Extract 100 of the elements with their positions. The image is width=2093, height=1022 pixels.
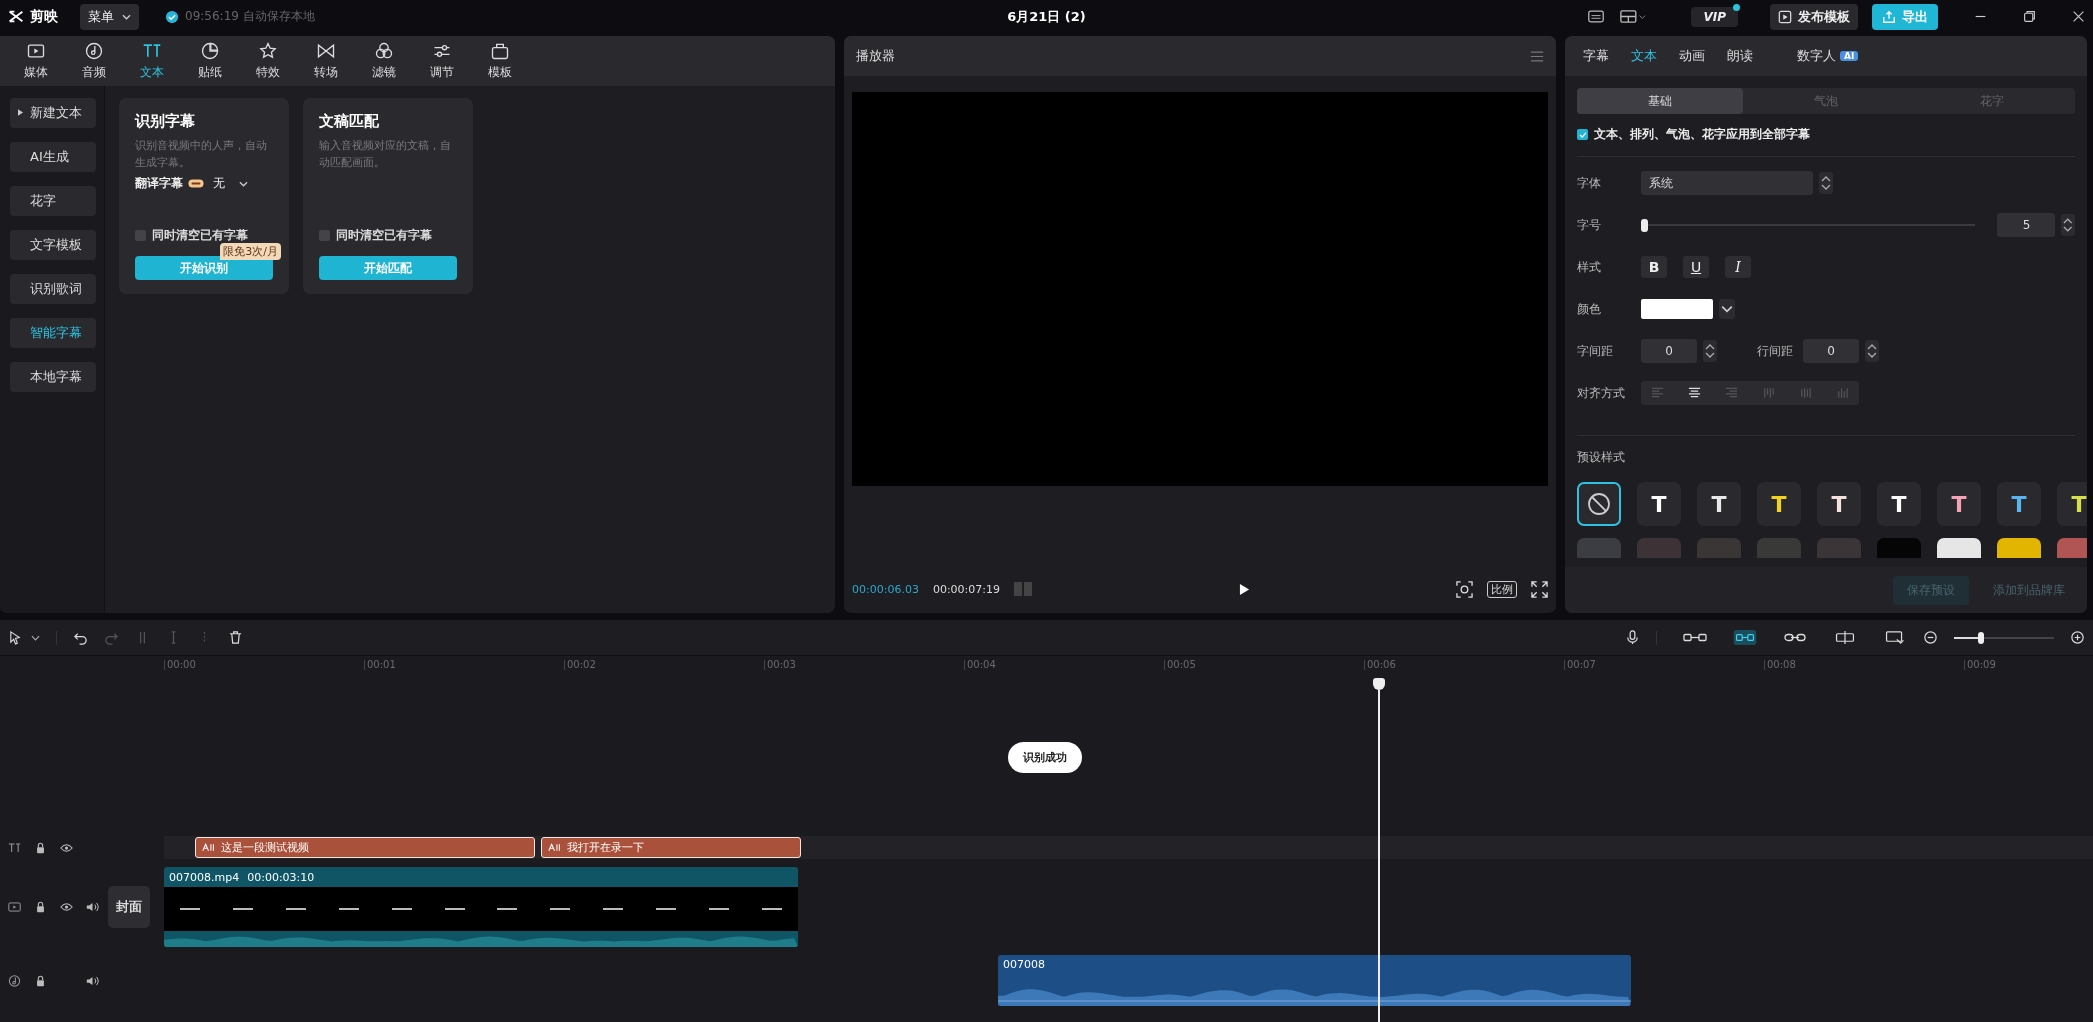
translate-dropdown[interactable]: 无 bbox=[209, 175, 248, 192]
line-spacing-field[interactable]: 0 bbox=[1803, 339, 1859, 363]
close-icon[interactable] bbox=[2072, 10, 2085, 23]
preset-style[interactable] bbox=[1997, 538, 2041, 558]
tab-icon bbox=[200, 41, 220, 61]
sidebar-item[interactable]: 识别歌词 bbox=[10, 274, 96, 304]
stepper-icon[interactable] bbox=[2061, 214, 2075, 236]
sidebar-item[interactable]: 智能字幕 bbox=[10, 318, 96, 348]
preset-style[interactable]: T bbox=[1817, 482, 1861, 526]
split-view-icon[interactable] bbox=[1833, 630, 1857, 645]
tab-label: 贴纸 bbox=[198, 64, 222, 81]
preset-style[interactable]: T bbox=[1877, 482, 1921, 526]
slider-thumb[interactable] bbox=[1641, 218, 1648, 232]
playhead[interactable] bbox=[1373, 678, 1385, 1022]
sidebar-item[interactable]: 新建文本 bbox=[10, 98, 96, 128]
checkbox[interactable] bbox=[135, 230, 146, 241]
play-icon[interactable] bbox=[1238, 582, 1250, 596]
card-description: 输入音视频对应的文稿，自动匹配画面。 bbox=[319, 138, 452, 171]
sidebar-item[interactable]: AI生成 bbox=[10, 142, 96, 172]
font-field[interactable]: 系统 bbox=[1641, 171, 1813, 195]
ratio-button[interactable]: 比例 bbox=[1487, 580, 1517, 598]
letter-spacing-field[interactable]: 0 bbox=[1641, 339, 1697, 363]
inspector-tab[interactable]: 字幕 bbox=[1575, 47, 1617, 65]
preset-style[interactable] bbox=[1937, 538, 1981, 558]
checkbox[interactable] bbox=[1577, 129, 1588, 140]
slider-thumb[interactable] bbox=[1977, 631, 1984, 644]
cover-button[interactable]: 封面 bbox=[108, 886, 150, 928]
media-tab[interactable]: 转场 bbox=[302, 41, 350, 81]
menu-icon[interactable] bbox=[1530, 50, 1544, 62]
delete-icon[interactable] bbox=[228, 630, 243, 645]
lock-icon[interactable] bbox=[34, 841, 47, 854]
field-label: 样式 bbox=[1577, 258, 1602, 276]
cursor-icon[interactable] bbox=[8, 630, 23, 645]
caption-clip[interactable]: 我打开在录一下 bbox=[541, 837, 801, 858]
text-style-button[interactable]: B bbox=[1641, 256, 1667, 278]
clip-label: 我打开在录一下 bbox=[567, 840, 644, 855]
media-tab[interactable]: 模板 bbox=[476, 41, 524, 81]
eye-icon[interactable] bbox=[60, 901, 73, 913]
sidebar-item[interactable]: 本地字幕 bbox=[10, 362, 96, 392]
lock-icon[interactable] bbox=[34, 974, 47, 987]
shortcut-icon[interactable] bbox=[1587, 9, 1606, 24]
zoom-icon[interactable] bbox=[1456, 580, 1473, 598]
layout-icon[interactable] bbox=[1619, 9, 1648, 24]
tab-label: 滤镜 bbox=[372, 64, 396, 81]
text-style-button[interactable]: I bbox=[1725, 256, 1751, 278]
play-icon bbox=[1778, 9, 1792, 24]
sidebar-item[interactable]: 花字 bbox=[10, 186, 96, 216]
microphone-icon[interactable] bbox=[1625, 630, 1640, 645]
preset-style[interactable]: T bbox=[1637, 482, 1681, 526]
publish-template-button[interactable]: 发布模板 bbox=[1770, 3, 1858, 30]
preset-style[interactable]: T bbox=[2057, 482, 2087, 526]
panel-title: 播放器 bbox=[856, 47, 895, 65]
media-tab[interactable]: 贴纸 bbox=[186, 41, 234, 81]
speaker-icon[interactable] bbox=[86, 974, 99, 987]
menu-button[interactable]: 菜单 bbox=[80, 3, 139, 30]
fullscreen-icon[interactable] bbox=[1531, 580, 1548, 598]
stepper-icon[interactable] bbox=[1865, 340, 1879, 362]
eye-icon[interactable] bbox=[60, 841, 73, 854]
tab-label: 媒体 bbox=[24, 64, 48, 81]
tab-icon bbox=[316, 41, 336, 61]
media-tab[interactable]: 特效 bbox=[244, 41, 292, 81]
vip-badge[interactable]: VIP bbox=[1691, 6, 1738, 27]
sidebar-item[interactable]: 文字模板 bbox=[10, 230, 96, 260]
speaker-icon[interactable] bbox=[86, 901, 99, 913]
inspector-tab[interactable]: 动画 bbox=[1671, 47, 1713, 65]
subtab[interactable]: 基础 bbox=[1577, 88, 1743, 114]
magnet-icon[interactable] bbox=[1733, 630, 1757, 645]
size-field[interactable]: 5 bbox=[1997, 213, 2056, 237]
stepper-icon[interactable] bbox=[1703, 340, 1717, 362]
caret-icon[interactable] bbox=[31, 634, 40, 641]
time-tick: 00:09 bbox=[1964, 660, 1996, 670]
media-tab[interactable]: 滤镜 bbox=[360, 41, 408, 81]
media-tab[interactable]: 文本 bbox=[128, 41, 176, 81]
text-style-button[interactable]: U bbox=[1683, 256, 1709, 278]
translate-label: 翻译字幕 bbox=[135, 175, 183, 192]
preset-style[interactable]: T bbox=[1757, 482, 1801, 526]
media-tab[interactable]: 音频 bbox=[70, 41, 118, 81]
lock-icon[interactable] bbox=[34, 901, 47, 913]
caption-clip[interactable]: 这是一段测试视频 bbox=[195, 837, 535, 858]
media-tab[interactable]: 调节 bbox=[418, 41, 466, 81]
zoom-in-icon[interactable] bbox=[2070, 630, 2085, 645]
inspector-tab[interactable]: 数字人 AI bbox=[1789, 47, 1867, 65]
inspector-tab[interactable]: 文本 bbox=[1623, 47, 1665, 65]
inspector-tab[interactable]: 朗读 bbox=[1719, 47, 1761, 65]
zoom-out-icon[interactable] bbox=[1923, 630, 1938, 645]
preset-style[interactable] bbox=[1577, 482, 1621, 526]
preset-style[interactable]: T bbox=[1997, 482, 2041, 526]
stepper-icon[interactable] bbox=[1819, 172, 1833, 194]
time-tick: 00:00 bbox=[164, 660, 196, 670]
caret-icon[interactable] bbox=[1719, 299, 1735, 319]
video-clip[interactable]: 007008.mp4 00:00:03:10 bbox=[164, 867, 798, 947]
preview-icon[interactable] bbox=[1883, 630, 1907, 645]
checkbox[interactable] bbox=[319, 230, 330, 241]
color-swatch[interactable] bbox=[1641, 299, 1713, 319]
video-track-icon bbox=[8, 901, 21, 913]
preset-style[interactable]: T bbox=[1697, 482, 1741, 526]
preset-style[interactable]: T bbox=[1937, 482, 1981, 526]
restore-icon[interactable] bbox=[2023, 10, 2036, 23]
media-tab[interactable]: 媒体 bbox=[12, 41, 60, 81]
audio-clip[interactable]: 007008 bbox=[998, 955, 1631, 1006]
